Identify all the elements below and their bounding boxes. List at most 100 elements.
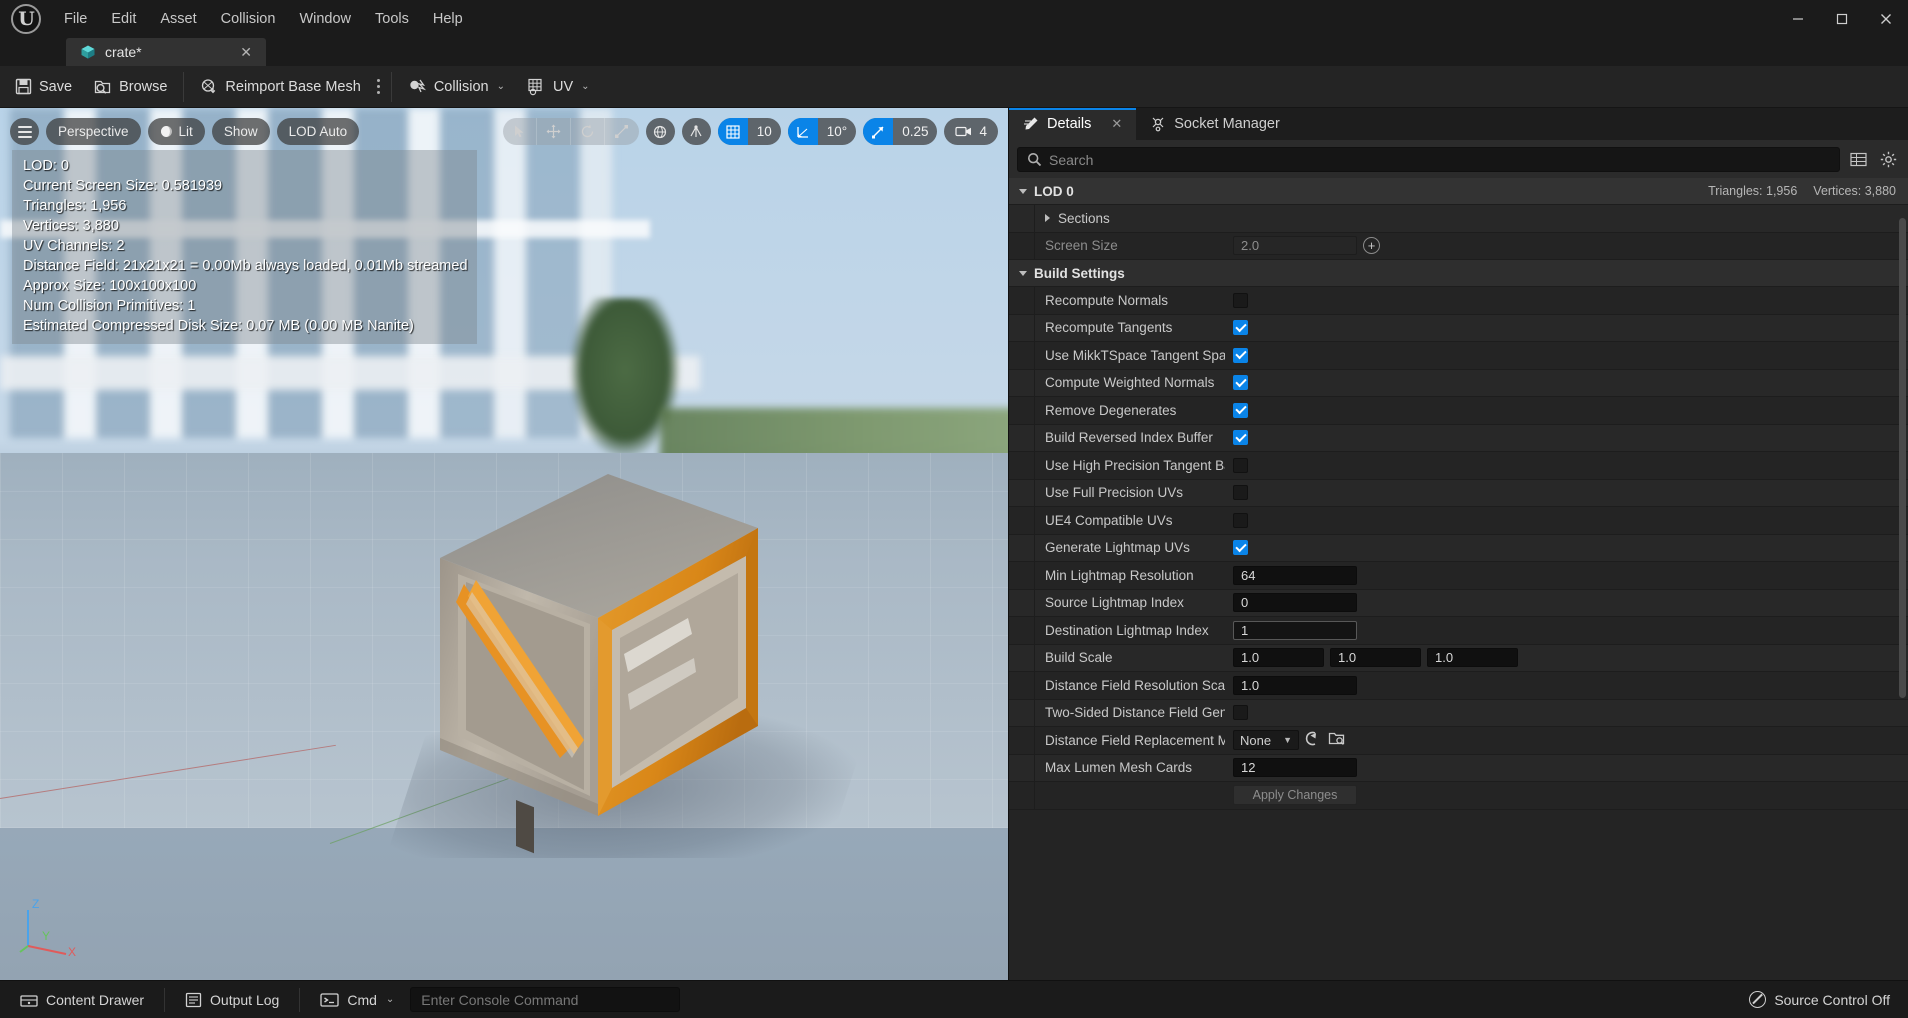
reimport-options-kebab-icon[interactable] [372, 70, 386, 104]
source-lightmap-index-input[interactable]: 0 [1233, 593, 1357, 613]
grid-snap-control[interactable]: 10 [717, 118, 781, 145]
crate-mesh[interactable] [412, 458, 792, 854]
recompute-normals-checkbox[interactable] [1233, 292, 1248, 308]
row-recompute-normals[interactable]: Recompute Normals [1009, 287, 1908, 315]
build-scale-x-input[interactable]: 1.0 [1233, 648, 1324, 668]
output-log-button[interactable]: Output Log [175, 986, 289, 1014]
menu-item-edit[interactable]: Edit [99, 6, 148, 32]
grid-snap-value[interactable]: 10 [748, 124, 781, 139]
angle-snap-value[interactable]: 10° [818, 124, 856, 139]
browse-button[interactable]: Browse [83, 70, 178, 104]
generate-lightmap-uvs-checkbox[interactable] [1233, 540, 1248, 556]
content-drawer-button[interactable]: Content Drawer [10, 986, 154, 1014]
camera-speed-control[interactable]: 4 [944, 118, 998, 145]
details-search-box[interactable] [1017, 147, 1840, 172]
row-max-lumen-mesh-cards[interactable]: Max Lumen Mesh Cards 12 [1009, 754, 1908, 782]
console-command-box[interactable] [410, 987, 681, 1012]
details-view-options-button[interactable] [1846, 148, 1870, 172]
destination-lightmap-index-input[interactable]: 1 [1233, 620, 1357, 640]
recompute-tangents-checkbox[interactable] [1233, 320, 1248, 336]
build-settings-expander-icon[interactable] [1019, 270, 1027, 276]
angle-snap-control[interactable]: 10° [787, 118, 857, 145]
save-button[interactable]: Save [4, 70, 83, 104]
viewport-lighting-mode-button[interactable]: Lit [147, 118, 205, 145]
row-two-sided-distance-field-generation[interactable]: Two-Sided Distance Field Generation [1009, 699, 1908, 727]
menu-item-tools[interactable]: Tools [363, 6, 421, 32]
row-ue4-compatible-uvs[interactable]: UE4 Compatible UVs [1009, 507, 1908, 535]
screen-size-input[interactable]: 2.0 [1233, 236, 1357, 256]
tab-details-close-icon[interactable]: ✕ [1111, 116, 1122, 132]
row-use-high-precision-tangent-basis[interactable]: Use High Precision Tangent Basis [1009, 452, 1908, 480]
screen-size-add-button[interactable]: + [1363, 237, 1380, 255]
category-build-settings[interactable]: Build Settings [1009, 260, 1908, 287]
row-sections[interactable]: Sections [1009, 205, 1908, 233]
source-control-status[interactable]: Source Control Off [1749, 991, 1898, 1008]
unreal-logo[interactable]: U [0, 0, 52, 38]
row-distance-field-replacement-mesh[interactable]: Distance Field Replacement Mesh None ▼ [1009, 727, 1908, 755]
two-sided-distance-field-generation-checkbox[interactable] [1233, 705, 1248, 721]
row-destination-lightmap-index[interactable]: Destination Lightmap Index 1 [1009, 617, 1908, 645]
build-scale-y-input[interactable]: 1.0 [1330, 648, 1421, 668]
row-screen-size[interactable]: Screen Size 2.0 + [1009, 232, 1908, 260]
row-apply-changes[interactable]: Apply Changes [1009, 782, 1908, 810]
remove-degenerates-checkbox[interactable] [1233, 402, 1248, 418]
maximize-button[interactable] [1820, 0, 1864, 38]
use-mikktspace-checkbox[interactable] [1233, 347, 1248, 363]
asset-tab-crate[interactable]: crate* ✕ [66, 38, 266, 66]
tab-details[interactable]: Details ✕ [1009, 108, 1137, 140]
build-reversed-index-buffer-checkbox[interactable] [1233, 430, 1248, 446]
mesh-viewport[interactable]: Perspective Lit Show LOD Auto 10 10° 0.2… [0, 108, 1008, 980]
scale-snap-value[interactable]: 0.25 [893, 124, 937, 139]
row-use-full-precision-uvs[interactable]: Use Full Precision UVs [1009, 479, 1908, 507]
row-build-scale[interactable]: Build Scale 1.0 1.0 1.0 [1009, 644, 1908, 672]
use-high-precision-tangent-basis-checkbox[interactable] [1233, 457, 1248, 473]
row-min-lightmap-resolution[interactable]: Min Lightmap Resolution 64 [1009, 562, 1908, 590]
row-distance-field-resolution-scale[interactable]: Distance Field Resolution Scale 1.0 [1009, 672, 1908, 700]
lod-0-expander-icon[interactable] [1019, 188, 1027, 194]
use-selected-asset-icon[interactable] [1305, 731, 1322, 749]
menu-item-file[interactable]: File [52, 6, 99, 32]
scale-snap-control[interactable]: 0.25 [863, 118, 938, 145]
details-search-input[interactable] [1049, 151, 1830, 168]
asset-tab-close-icon[interactable]: ✕ [235, 44, 257, 61]
cmd-mode-button[interactable]: Cmd ⌄ [310, 986, 404, 1014]
viewport-options-menu-icon[interactable] [10, 118, 39, 145]
reimport-base-mesh-button[interactable]: Reimport Base Mesh [189, 70, 371, 104]
rotate-tool-icon[interactable] [571, 118, 605, 145]
distance-field-replacement-mesh-dropdown[interactable]: None ▼ [1233, 730, 1299, 751]
console-command-input[interactable] [421, 991, 670, 1008]
translate-tool-icon[interactable] [537, 118, 571, 145]
use-full-precision-uvs-checkbox[interactable] [1233, 485, 1248, 501]
menu-item-asset[interactable]: Asset [148, 6, 208, 32]
ue4-compatible-uvs-checkbox[interactable] [1233, 512, 1248, 528]
world-local-space-toggle[interactable] [645, 118, 675, 145]
surface-snapping-toggle[interactable] [681, 118, 711, 145]
details-property-list[interactable]: LOD 0 Triangles: 1,956 Vertices: 3,880 S… [1009, 178, 1908, 980]
uv-menu-button[interactable]: UV ⌄ [516, 70, 601, 104]
min-lightmap-resolution-input[interactable]: 64 [1233, 565, 1357, 585]
details-scrollbar[interactable] [1899, 218, 1906, 698]
max-lumen-mesh-cards-input[interactable]: 12 [1233, 758, 1357, 778]
row-recompute-tangents[interactable]: Recompute Tangents [1009, 314, 1908, 342]
close-button[interactable] [1864, 0, 1908, 38]
distance-field-resolution-scale-input[interactable]: 1.0 [1233, 675, 1357, 695]
minimize-button[interactable] [1776, 0, 1820, 38]
sections-expander-icon[interactable] [1045, 214, 1050, 223]
details-settings-button[interactable] [1876, 148, 1900, 172]
scale-tool-icon[interactable] [605, 118, 639, 145]
viewport-show-menu-button[interactable]: Show [211, 118, 270, 145]
menu-item-collision[interactable]: Collision [209, 6, 288, 32]
menu-item-window[interactable]: Window [287, 6, 363, 32]
row-remove-degenerates[interactable]: Remove Degenerates [1009, 397, 1908, 425]
viewport-view-mode-button[interactable]: Perspective [46, 118, 141, 145]
select-tool-icon[interactable] [503, 118, 537, 145]
row-compute-weighted-normals[interactable]: Compute Weighted Normals [1009, 369, 1908, 397]
category-lod-0[interactable]: LOD 0 Triangles: 1,956 Vertices: 3,880 [1009, 178, 1908, 205]
collision-menu-button[interactable]: Collision ⌄ [397, 70, 516, 104]
browse-to-asset-icon[interactable] [1328, 731, 1345, 749]
row-generate-lightmap-uvs[interactable]: Generate Lightmap UVs [1009, 534, 1908, 562]
row-source-lightmap-index[interactable]: Source Lightmap Index 0 [1009, 589, 1908, 617]
viewport-lod-button[interactable]: LOD Auto [276, 118, 360, 145]
row-use-mikktspace[interactable]: Use MikkTSpace Tangent Space [1009, 342, 1908, 370]
row-build-reversed-index-buffer[interactable]: Build Reversed Index Buffer [1009, 424, 1908, 452]
